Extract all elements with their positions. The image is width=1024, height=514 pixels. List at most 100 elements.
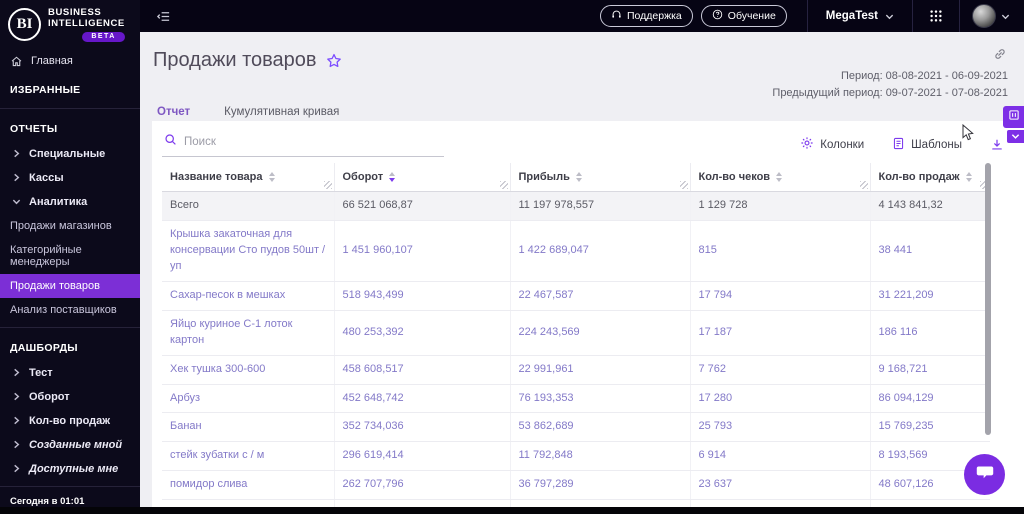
divider bbox=[0, 326, 140, 328]
profit-cell: 1 422 689,047 bbox=[510, 220, 691, 282]
link-icon[interactable] bbox=[993, 47, 1007, 61]
app-logo: BI BUSINESS INTELLIGENCE BETA bbox=[0, 0, 140, 48]
templates-button[interactable]: Шаблоны bbox=[892, 137, 962, 153]
sidebar-item-sales-count[interactable]: Кол-во продаж bbox=[0, 409, 140, 433]
turnover-cell: 458 608,517 bbox=[334, 355, 511, 385]
product-name-cell[interactable]: помидор слива bbox=[162, 470, 335, 501]
divider bbox=[959, 0, 960, 32]
columns-button[interactable]: Колонки bbox=[800, 136, 864, 153]
product-name-cell[interactable]: Молоко пастеризованное 2,5% Заречье п / … bbox=[162, 499, 335, 507]
last-update-time: Сегодня в 01:01 bbox=[10, 495, 85, 507]
receipts-cell: 23 637 bbox=[690, 470, 871, 501]
sort-icon bbox=[389, 172, 396, 183]
divider bbox=[912, 0, 913, 32]
column-resize-handle[interactable] bbox=[323, 181, 332, 189]
search-box bbox=[162, 132, 444, 157]
table-toolbar: Колонки Шаблоны bbox=[152, 121, 1024, 163]
sidebar-item-special[interactable]: Специальные bbox=[0, 142, 140, 166]
turnover-cell: 255 338,143 bbox=[334, 499, 511, 507]
account-menu[interactable]: MegaTest bbox=[820, 10, 900, 22]
sidebar-item-home[interactable]: Главная bbox=[0, 48, 140, 75]
chevron-down-icon bbox=[1011, 128, 1020, 146]
user-menu[interactable] bbox=[972, 4, 1010, 28]
sidebar-nav: Главная ИЗБРАННЫЕ ОТЧЕТЫ Специальные Кас… bbox=[0, 48, 140, 492]
product-name-cell[interactable]: Сахар-песок в мешках bbox=[162, 281, 335, 311]
filters-panel-button[interactable] bbox=[1003, 106, 1024, 128]
sidebar-item-test[interactable]: Тест bbox=[0, 361, 140, 385]
column-header-product-name[interactable]: Название товара bbox=[162, 163, 335, 192]
column-header-turnover[interactable]: Оборот bbox=[334, 163, 511, 192]
collapse-panel-button[interactable] bbox=[1007, 130, 1024, 143]
template-icon bbox=[892, 137, 905, 153]
download-icon[interactable] bbox=[990, 138, 1004, 152]
column-header-sales-count[interactable]: Кол-во продаж bbox=[870, 163, 990, 192]
product-name-cell[interactable]: Яйцо куриное С-1 лоток картон bbox=[162, 310, 335, 356]
total-turnover-cell: 66 521 068,87 bbox=[334, 191, 511, 221]
beta-badge: BETA bbox=[82, 31, 125, 42]
sort-icon bbox=[575, 172, 582, 183]
sidebar-item-store-sales[interactable]: Продажи магазинов bbox=[0, 214, 140, 238]
product-name-cell[interactable]: Арбуз bbox=[162, 384, 335, 414]
templates-label: Шаблоны bbox=[911, 138, 962, 151]
main-content: Продажи товаров Период: 08-08-2021 - 06-… bbox=[140, 32, 1024, 507]
table-header-row: Название товара Оборот Прибыль Кол-во че… bbox=[162, 163, 990, 192]
column-label: Прибыль bbox=[518, 171, 570, 183]
headset-icon bbox=[611, 9, 622, 23]
support-button[interactable]: Поддержка bbox=[600, 5, 693, 27]
sort-icon bbox=[965, 172, 972, 183]
training-label: Обучение bbox=[727, 10, 776, 22]
receipts-cell: 14 338 bbox=[690, 499, 871, 507]
sidebar-item-created-by-me[interactable]: Созданные мной bbox=[0, 433, 140, 457]
divider bbox=[0, 485, 140, 487]
bottom-bar bbox=[0, 507, 1024, 514]
sidebar-item-supplier-analysis[interactable]: Анализ поставщиков bbox=[0, 298, 140, 322]
columns-label: Колонки bbox=[820, 138, 865, 151]
total-sales-cell: 4 143 841,32 bbox=[870, 191, 990, 221]
sidebar-item-available-to-me[interactable]: Доступные мне bbox=[0, 457, 140, 481]
column-header-profit[interactable]: Прибыль bbox=[510, 163, 691, 192]
sidebar-item-label: Тест bbox=[29, 366, 53, 379]
chevron-down-icon bbox=[1001, 12, 1010, 21]
sidebar-item-turnover[interactable]: Оборот bbox=[0, 385, 140, 409]
training-button[interactable]: Обучение bbox=[700, 5, 787, 27]
column-resize-handle[interactable] bbox=[679, 181, 688, 189]
column-header-receipts-count[interactable]: Кол-во чеков bbox=[690, 163, 871, 192]
profit-cell: 53 862,689 bbox=[510, 412, 691, 443]
support-label: Поддержка bbox=[627, 10, 682, 22]
sidebar-item-kassy[interactable]: Кассы bbox=[0, 166, 140, 190]
total-profit-cell: 11 197 978,557 bbox=[510, 191, 691, 221]
column-resize-handle[interactable] bbox=[499, 181, 508, 189]
total-row: Всего 66 521 068,87 11 197 978,557 1 129… bbox=[162, 191, 990, 221]
column-resize-handle[interactable] bbox=[859, 181, 868, 189]
question-circle-icon bbox=[712, 9, 723, 23]
product-name-cell[interactable]: Крышка закаточная для консервации Сто пу… bbox=[162, 220, 335, 282]
sidebar-section-reports: ОТЧЕТЫ bbox=[10, 122, 58, 135]
period-line: Период: 08-08-2021 - 06-09-2021 bbox=[840, 70, 1008, 82]
profit-cell: 76 193,353 bbox=[510, 384, 691, 414]
chevron-right-icon bbox=[12, 464, 21, 473]
last-update-info: Сегодня в 01:01 Последнее обновление дан… bbox=[0, 492, 140, 507]
search-input[interactable] bbox=[184, 136, 442, 148]
sidebar-item-product-sales[interactable]: Продажи товаров bbox=[0, 273, 140, 298]
page-title: Продажи товаров bbox=[153, 49, 317, 71]
apps-grid-icon[interactable] bbox=[925, 9, 947, 23]
product-name-cell[interactable]: Банан bbox=[162, 412, 335, 443]
total-receipts-cell: 1 129 728 bbox=[690, 191, 871, 221]
search-icon bbox=[164, 133, 177, 151]
sidebar-item-analytics[interactable]: Аналитика bbox=[0, 190, 140, 214]
vertical-scrollbar[interactable] bbox=[985, 163, 991, 435]
sidebar-item-category-managers[interactable]: Категорийные менеджеры bbox=[0, 238, 140, 274]
sidebar-item-label: Главная bbox=[31, 55, 73, 68]
chat-button[interactable] bbox=[964, 454, 1005, 495]
turnover-cell: 352 734,036 bbox=[334, 412, 511, 443]
receipts-cell: 17 187 bbox=[690, 310, 871, 356]
product-name-cell[interactable]: стейк зубатки с / м bbox=[162, 441, 335, 472]
chevron-right-icon bbox=[12, 173, 21, 182]
home-icon bbox=[10, 55, 23, 68]
profit-cell: 36 797,289 bbox=[510, 470, 691, 501]
receipts-cell: 7 762 bbox=[690, 355, 871, 385]
menu-fold-icon[interactable] bbox=[156, 9, 171, 24]
logo-monogram: BI bbox=[8, 8, 41, 41]
star-icon[interactable] bbox=[326, 53, 342, 69]
product-name-cell[interactable]: Хек тушка 300-600 bbox=[162, 355, 335, 385]
